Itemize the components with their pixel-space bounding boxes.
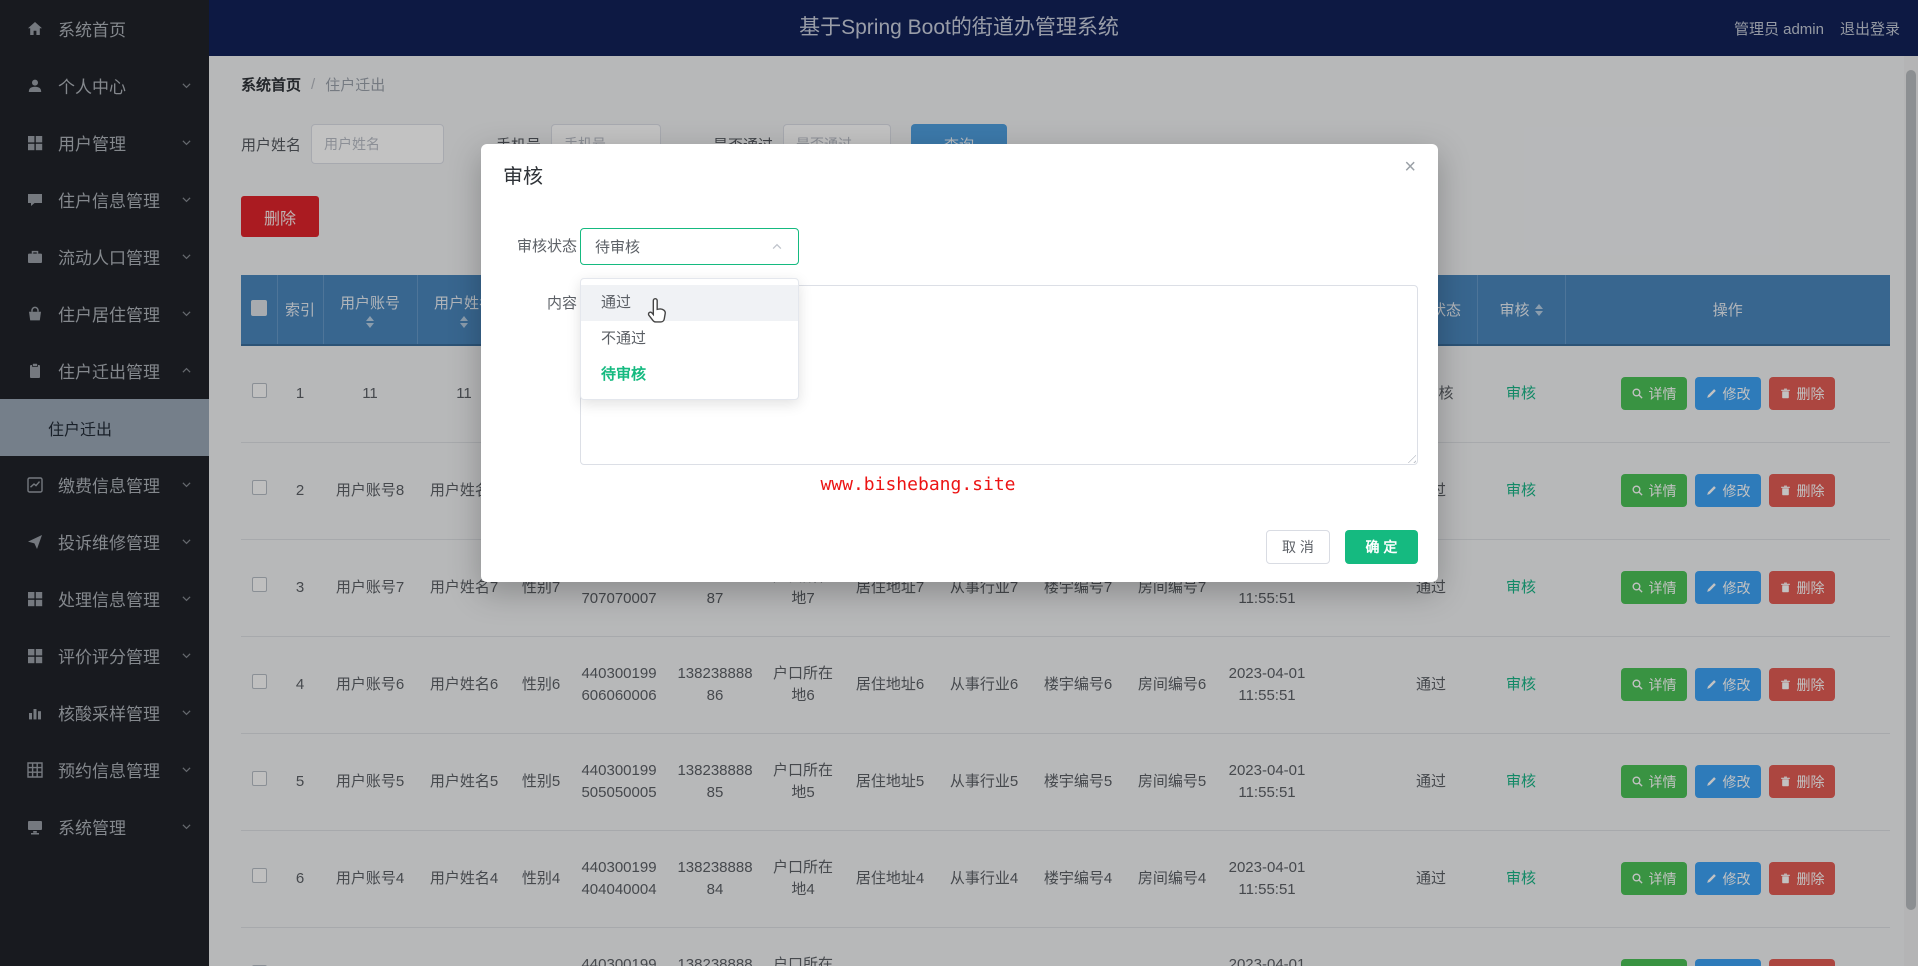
confirm-button[interactable]: 确 定: [1345, 530, 1418, 564]
dropdown-option[interactable]: 待审核: [581, 357, 798, 393]
modal-title: 审核: [503, 166, 543, 188]
watermark-text: www.bishebang.site: [820, 474, 1016, 495]
audit-status-dropdown: 通过 不通过 待审核: [580, 278, 799, 400]
dropdown-option[interactable]: 通过: [581, 285, 798, 321]
audit-modal: 审核 × 审核状态 待审核 内容 通过 不通过 待审核 www.bishebang.…: [481, 144, 1438, 582]
cancel-button[interactable]: 取 消: [1266, 530, 1330, 564]
chevron-up-icon: [770, 240, 784, 254]
close-icon[interactable]: ×: [1404, 156, 1416, 179]
content-label: 内容: [546, 295, 577, 312]
audit-status-value: 待审核: [595, 239, 641, 256]
audit-status-label: 审核状态: [516, 238, 577, 255]
audit-status-select[interactable]: 待审核: [580, 228, 799, 265]
dropdown-option[interactable]: 不通过: [581, 321, 798, 357]
